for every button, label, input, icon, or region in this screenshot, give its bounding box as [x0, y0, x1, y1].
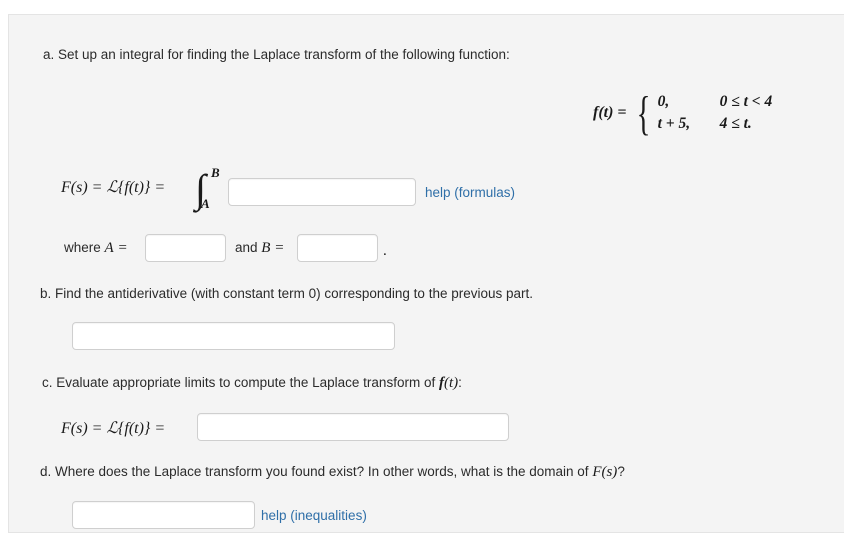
part-d-answer-input[interactable] [72, 501, 255, 529]
part-c-prompt: c. Evaluate appropriate limits to comput… [42, 374, 462, 394]
part-a-integral-lhs: F(s) = ℒ{f(t)} = [61, 179, 166, 196]
where-a-text: where A = [64, 240, 128, 256]
piecewise-brace: { [636, 86, 650, 140]
piecewise-value: 0, [657, 93, 670, 110]
piecewise-row: 0, 0 ≤ t < 4 [658, 91, 773, 113]
piecewise-value: t + 5, [657, 115, 691, 133]
where-a-label: where A = [64, 239, 128, 259]
integral-symbol: ∫ B A [195, 165, 231, 215]
integral-upper-limit: B [211, 165, 220, 180]
part-c-answer-input[interactable] [197, 413, 509, 441]
part-b-prompt: b. Find the antiderivative (with constan… [40, 286, 534, 301]
b-value-input[interactable] [297, 234, 378, 262]
part-a-prompt: a. Set up an integral for finding the La… [43, 47, 510, 62]
and-b-label: and B = [235, 239, 284, 259]
part-b-answer-input[interactable] [72, 322, 395, 350]
help-formulas-link[interactable]: help (formulas) [425, 185, 515, 200]
trailing-period: . [383, 243, 387, 259]
piecewise-lhs: f(t) = [593, 104, 627, 122]
a-value-input[interactable] [145, 234, 226, 262]
piecewise-rows: 0, 0 ≤ t < 4 t + 5, 4 ≤ t. [658, 91, 773, 136]
part-c-formula-lhs: F(s) = ℒ{f(t)} = [61, 420, 166, 437]
piecewise-function: f(t) = { 0, 0 ≤ t < 4 t + 5, 4 ≤ t. [593, 86, 773, 140]
part-c-prompt-text: c. Evaluate appropriate limits to comput… [42, 375, 462, 391]
and-b-text: and B = [235, 240, 285, 256]
question-panel: a. Set up an integral for finding the La… [8, 14, 844, 533]
integrand-input[interactable] [228, 178, 416, 206]
part-d-prompt-text: d. Where does the Laplace transform you … [40, 464, 625, 480]
integral-lower-limit: A [201, 196, 210, 211]
piecewise-condition: 4 ≤ t. [719, 115, 752, 133]
piecewise-condition: 0 ≤ t < 4 [719, 93, 773, 110]
help-inequalities-link[interactable]: help (inequalities) [261, 508, 367, 523]
piecewise-row: t + 5, 4 ≤ t. [658, 113, 773, 135]
part-d-prompt: d. Where does the Laplace transform you … [40, 463, 625, 483]
